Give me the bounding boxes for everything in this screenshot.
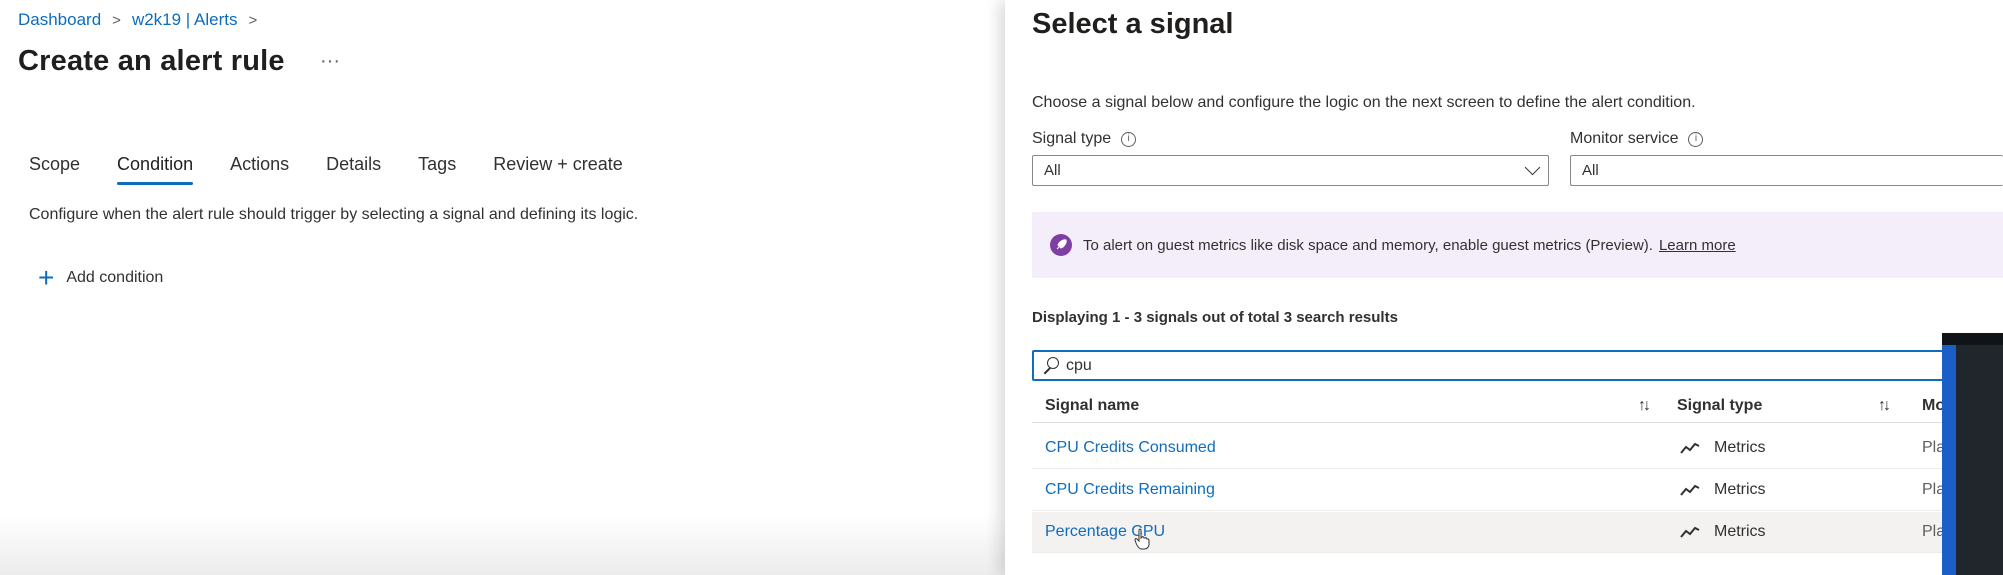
table-row[interactable]: CPU Credits Remaining Metrics Plat: [1032, 470, 2003, 511]
tab-condition[interactable]: Condition: [117, 154, 194, 185]
breadcrumb: Dashboard > w2k19 | Alerts >: [18, 10, 268, 30]
metrics-icon: [1680, 526, 1700, 538]
tab-bar: Scope Condition Actions Details Tags Rev…: [29, 154, 660, 185]
select-signal-panel: Select a signal Choose a signal below an…: [1005, 0, 2003, 575]
breadcrumb-alerts[interactable]: w2k19 | Alerts: [132, 10, 238, 30]
signals-table-header: Signal name ↑↓ Signal type ↑↓ Mo: [1032, 389, 2003, 423]
breadcrumb-separator: >: [248, 11, 258, 29]
signal-type-cell: Metrics: [1714, 523, 1766, 540]
metrics-icon: [1680, 484, 1700, 496]
tab-scope[interactable]: Scope: [29, 154, 80, 185]
column-signal-type[interactable]: Signal type: [1677, 397, 1762, 415]
add-condition-label: Add condition: [66, 269, 164, 286]
signal-search-input[interactable]: cpu: [1032, 350, 2003, 381]
more-options-icon[interactable]: ···: [320, 50, 340, 73]
panel-title: Select a signal: [1032, 8, 1234, 40]
chevron-down-icon: [1524, 159, 1541, 176]
monitor-service-label: Monitor service i: [1570, 130, 1704, 148]
overlay-window-accent: [1942, 345, 1956, 575]
table-row[interactable]: Percentage CPU Metrics Plat: [1032, 512, 2003, 553]
condition-description: Configure when the alert rule should tri…: [29, 206, 639, 223]
page-bottom-shade: [0, 515, 1005, 575]
rocket-icon: [1050, 234, 1072, 256]
page-title: Create an alert rule: [18, 45, 285, 77]
guest-metrics-banner: To alert on guest metrics like disk spac…: [1032, 212, 2003, 278]
signal-type-cell: Metrics: [1714, 439, 1766, 456]
search-icon: [1040, 356, 1060, 376]
signal-type-label-text: Signal type: [1032, 130, 1112, 147]
tab-details[interactable]: Details: [326, 154, 381, 185]
plus-icon: +: [38, 262, 55, 293]
signal-type-dropdown[interactable]: All: [1032, 155, 1549, 186]
monitor-service-label-text: Monitor service: [1570, 130, 1679, 147]
signal-name-link[interactable]: CPU Credits Consumed: [1045, 439, 1216, 457]
tab-tags[interactable]: Tags: [418, 154, 456, 185]
alert-rule-page: Dashboard > w2k19 | Alerts > Create an a…: [0, 0, 1005, 575]
panel-description: Choose a signal below and configure the …: [1032, 94, 1696, 111]
add-condition-button[interactable]: + Add condition: [38, 264, 163, 292]
overlay-window-body: [1956, 345, 2003, 575]
metrics-icon: [1680, 442, 1700, 454]
search-value: cpu: [1066, 356, 1092, 374]
tab-review-create[interactable]: Review + create: [493, 154, 623, 185]
monitor-service-value: All: [1582, 162, 1599, 179]
signal-type-cell: Metrics: [1714, 481, 1766, 498]
tab-actions[interactable]: Actions: [230, 154, 289, 185]
breadcrumb-separator: >: [112, 11, 121, 29]
info-icon[interactable]: i: [1688, 131, 1704, 147]
result-count: Displaying 1 - 3 signals out of total 3 …: [1032, 309, 1398, 326]
banner-text: To alert on guest metrics like disk spac…: [1083, 236, 1653, 254]
signal-type-label: Signal type i: [1032, 130, 1137, 148]
breadcrumb-dashboard[interactable]: Dashboard: [18, 10, 101, 30]
table-row[interactable]: CPU Credits Consumed Metrics Plat: [1032, 428, 2003, 469]
sort-icon[interactable]: ↑↓: [1878, 397, 1891, 415]
sort-icon[interactable]: ↑↓: [1638, 397, 1651, 415]
monitor-service-dropdown[interactable]: All: [1570, 155, 2003, 186]
column-signal-name[interactable]: Signal name: [1045, 397, 1139, 415]
info-icon[interactable]: i: [1121, 131, 1137, 147]
signal-type-value: All: [1044, 162, 1061, 179]
hand-cursor-icon: [1134, 528, 1150, 550]
signal-name-link[interactable]: CPU Credits Remaining: [1045, 481, 1215, 499]
learn-more-link[interactable]: Learn more: [1659, 237, 1736, 254]
